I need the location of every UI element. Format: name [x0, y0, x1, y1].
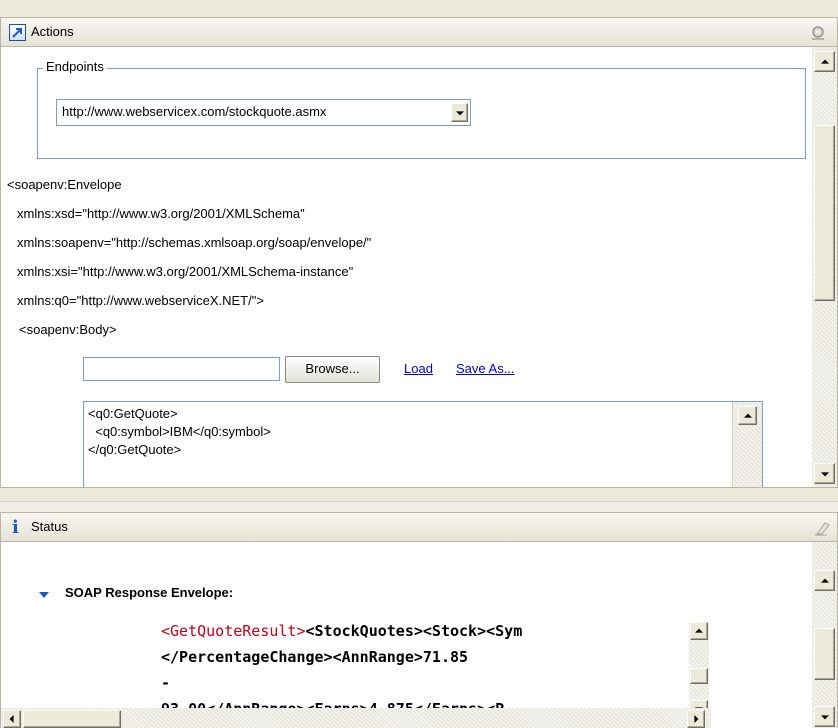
- endpoints-legend: Endpoints: [43, 59, 107, 74]
- endpoint-select-value: http://www.webservicex.com/stockquote.as…: [62, 104, 327, 119]
- status-scrollbar[interactable]: [812, 542, 837, 728]
- actions-content: Endpoints http://www.webservicex.com/sto…: [0, 47, 838, 488]
- envelope-line: xmlns:xsi="http://www.w3.org/2001/XMLSch…: [17, 264, 354, 279]
- panel-splitter[interactable]: [0, 488, 838, 502]
- status-content: SOAP Response Envelope: <GetQuoteResult>…: [0, 542, 838, 728]
- load-link[interactable]: Load: [404, 361, 433, 376]
- body-line: <q0:GetQuote>: [88, 406, 178, 421]
- response-scroll-up-button[interactable]: [690, 622, 708, 640]
- browse-button[interactable]: Browse...: [285, 356, 380, 383]
- arrow-up-icon: [820, 578, 829, 583]
- action-arrow-icon: [9, 24, 26, 41]
- clear-icon[interactable]: [813, 520, 831, 536]
- settings-icon[interactable]: [809, 24, 827, 42]
- response-line: <GetQuoteResult><StockQuotes><Stock><Sym: [161, 622, 522, 640]
- status-scroll-up-button[interactable]: [814, 570, 835, 591]
- envelope-line: xmlns:q0="http://www.webserviceX.NET/">: [17, 293, 264, 308]
- arrow-left-icon: [9, 715, 14, 723]
- file-path-input[interactable]: [83, 357, 280, 381]
- response-line: </PercentageChange><AnnRange>71.85: [161, 648, 469, 666]
- envelope-line: xmlns:xsd="http://www.w3.org/2001/XMLSch…: [17, 206, 305, 221]
- actions-scroll-thumb[interactable]: [814, 125, 835, 301]
- scroll-right-button[interactable]: [687, 710, 705, 728]
- chevron-down-icon[interactable]: [39, 592, 49, 598]
- status-scroll-thumb[interactable]: [814, 628, 835, 680]
- envelope-line: <soapenv:Body>: [19, 322, 117, 337]
- envelope-line: xmlns:soapenv="http://schemas.xmlsoap.or…: [17, 235, 372, 250]
- arrow-right-icon: [694, 715, 699, 723]
- response-line: -: [161, 674, 171, 692]
- status-panel-header: i Status: [0, 512, 838, 542]
- body-editor[interactable]: <q0:GetQuote> <q0:symbol>IBM</q0:symbol>…: [83, 401, 763, 487]
- arrow-down-icon: [820, 471, 829, 476]
- envelope-text: <soapenv:Envelope xmlns:xsd="http://www.…: [7, 177, 787, 347]
- arrow-up-icon: [743, 413, 752, 418]
- actions-scrollbar[interactable]: [812, 47, 837, 487]
- arrow-down-icon: [820, 714, 829, 719]
- status-title: Status: [31, 519, 68, 534]
- hscroll-thumb[interactable]: [23, 710, 121, 728]
- response-tag: <GetQuoteResult>: [161, 622, 306, 640]
- arrow-up-icon: [695, 628, 703, 633]
- response-scroll-thumb[interactable]: [690, 668, 708, 684]
- endpoint-select-button[interactable]: [451, 103, 468, 122]
- arrow-up-icon: [820, 59, 829, 64]
- envelope-line: <soapenv:Envelope: [7, 177, 122, 192]
- chevron-down-icon: [455, 110, 464, 115]
- body-line: </q0:GetQuote>: [88, 442, 182, 457]
- body-scroll-up-button[interactable]: [738, 406, 757, 425]
- endpoint-select[interactable]: http://www.webservicex.com/stockquote.as…: [56, 99, 471, 126]
- body-line: <q0:symbol>IBM</q0:symbol>: [88, 424, 271, 439]
- save-as-link[interactable]: Save As...: [456, 361, 515, 376]
- body-editor-scrollbar[interactable]: [732, 402, 762, 487]
- response-text: <StockQuotes><Stock><Sym: [305, 622, 523, 640]
- splitter-gap: [0, 502, 838, 512]
- actions-panel-header: Actions: [0, 17, 838, 47]
- status-scroll-down-button[interactable]: [814, 706, 835, 727]
- response-section-title[interactable]: SOAP Response Envelope:: [65, 585, 233, 600]
- actions-scroll-up-button[interactable]: [814, 51, 835, 72]
- actions-scroll-down-button[interactable]: [814, 463, 835, 484]
- info-icon: i: [12, 517, 19, 538]
- status-hscrollbar[interactable]: [1, 708, 711, 728]
- scroll-left-button[interactable]: [3, 710, 21, 728]
- actions-title: Actions: [31, 24, 74, 39]
